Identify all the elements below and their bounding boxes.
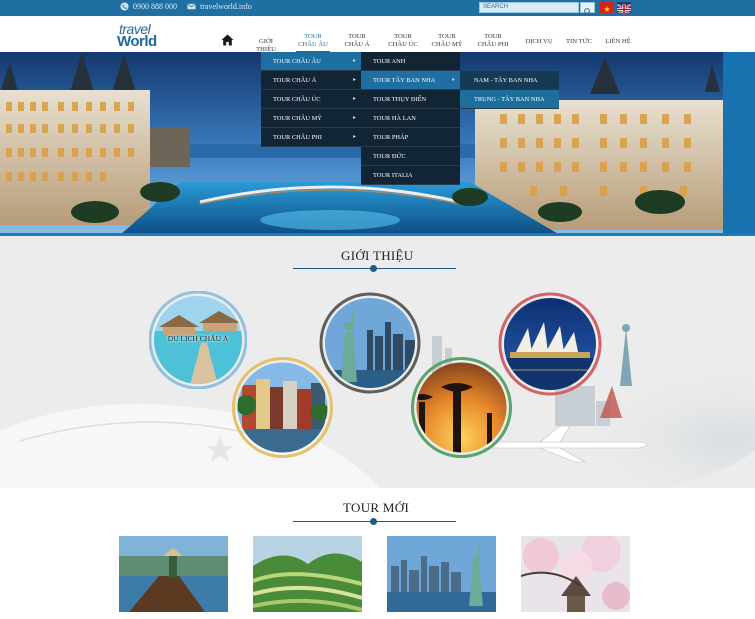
caret-right-icon: ▸ — [352, 58, 356, 64]
nav-item-tour-chau-my[interactable]: TOUR CHÂU MỸ — [429, 33, 465, 49]
dropdown-item-tour-chau-uc[interactable]: TOUR CHÂU ÚC ▸ — [261, 90, 361, 109]
tour-thumbnail-new-york[interactable] — [387, 536, 496, 612]
river-boat-image — [119, 536, 228, 612]
dropdown-item-label: TOUR CHÂU PHI — [273, 134, 322, 141]
caret-right-icon: ▸ — [352, 96, 356, 102]
dropdown-item-label: TOUR CHÂU ÂU — [273, 58, 321, 65]
tour-thumbnail-cherry-blossom[interactable] — [521, 536, 630, 612]
main-nav: GIỚI THIỆU TOUR CHÂU ÂU TOUR CHÂU Á TOUR… — [0, 16, 755, 53]
dropdown-item-label: TOUR THỤY ĐIỂN — [373, 96, 427, 103]
dropdown-item-tour-duc[interactable]: TOUR ĐỨC — [361, 147, 460, 166]
dropdown-item-tour-chau-my[interactable]: TOUR CHÂU MỸ ▸ — [261, 109, 361, 128]
dropdown-item-tour-chau-a[interactable]: TOUR CHÂU Á ▸ — [261, 71, 361, 90]
header: travel World GIỚI THIỆU TOUR CHÂU ÂU TOU… — [0, 16, 755, 53]
email-info: travelworld.info — [187, 2, 252, 11]
cherry-blossom-image — [521, 536, 630, 612]
english-flag-icon[interactable] — [617, 2, 631, 13]
caret-right-icon: ▸ — [352, 134, 356, 140]
mail-icon — [187, 3, 196, 10]
dropdown-item-trung-tay-ban-nha[interactable]: TRUNG - TÂY BAN NHA — [460, 90, 559, 109]
dropdown-item-label: TRUNG - TÂY BAN NHA — [474, 96, 545, 103]
nav-item-tour-chau-uc[interactable]: TOUR CHÂU ÚC — [386, 33, 420, 49]
nav-item-tour-chau-au[interactable]: TOUR CHÂU ÂU — [296, 33, 330, 49]
circle-caption: DU LỊCH CHÂU Á — [167, 334, 229, 343]
dropdown-item-label: TOUR ĐỨC — [373, 153, 406, 160]
caret-right-icon: ▸ — [352, 115, 356, 121]
new-tours-section: TOUR MỚI — [0, 488, 755, 619]
circle-europe[interactable] — [232, 357, 333, 458]
intro-title-dot — [370, 265, 377, 272]
intro-title: GIỚI THIỆU — [341, 248, 414, 263]
new-york-image — [319, 292, 421, 394]
europe-canal-image — [232, 357, 333, 458]
dropdown-item-tour-phap[interactable]: TOUR PHÁP — [361, 128, 460, 147]
nav-item-tour-chau-phi[interactable]: TOUR CHÂU PHI — [475, 33, 511, 49]
phone-number[interactable]: 0900 888 000 — [133, 2, 177, 11]
circle-africa[interactable] — [411, 357, 512, 458]
nav-item-tin-tuc[interactable]: TIN TỨC — [562, 38, 596, 46]
home-icon[interactable] — [221, 34, 234, 46]
dropdown-item-tour-italia[interactable]: TOUR ITALIA — [361, 166, 460, 185]
dropdown-tour-chau-au: TOUR CHÂU ÂU ▸ TOUR CHÂU Á ▸ TOUR CHÂU ÚC ▸… — [261, 52, 361, 147]
nav-item-tour-chau-a[interactable]: TOUR CHÂU Á — [340, 33, 374, 49]
dropdown-item-label: NAM - TÂY BAN NHA — [474, 77, 538, 84]
dropdown-item-label: TOUR ITALIA — [373, 172, 413, 179]
sydney-opera-house-image — [498, 292, 602, 396]
dropdown-item-tour-anh[interactable]: TOUR ANH — [361, 52, 460, 71]
dropdown-item-tour-tay-ban-nha[interactable]: TOUR TÂY BAN NHA ▸ — [361, 71, 460, 90]
caret-right-icon: ▸ — [352, 77, 356, 83]
dropdown-item-tour-chau-phi[interactable]: TOUR CHÂU PHI ▸ — [261, 128, 361, 147]
caret-right-icon: ▸ — [451, 77, 455, 83]
dropdown-tour-chau-au-countries: TOUR ANH TOUR TÂY BAN NHA ▸ TOUR THỤY ĐIỂ… — [361, 52, 460, 185]
tour-thumbnail-boat[interactable] — [119, 536, 228, 612]
nav-item-dich-vu[interactable]: DỊCH VỤ — [522, 38, 556, 46]
dropdown-item-label: TOUR CHÂU MỸ — [273, 115, 322, 122]
search-icon — [584, 8, 591, 15]
dropdown-item-tour-thuy-dien[interactable]: TOUR THỤY ĐIỂN — [361, 90, 460, 109]
dropdown-item-label: TOUR ANH — [373, 58, 406, 65]
email-address[interactable]: travelworld.info — [200, 2, 252, 11]
top-bar: 0900 888 000 travelworld.info SEARCH — [0, 0, 755, 16]
dropdown-tay-ban-nha-regions: NAM - TÂY BAN NHA TRUNG - TÂY BAN NHA — [460, 71, 559, 109]
dropdown-item-label: TOUR CHÂU Á — [273, 77, 317, 84]
intro-section: GIỚI THIỆU DU LỊCH CHÂU Á — [0, 236, 755, 488]
rice-terraces-image — [253, 536, 362, 612]
nav-item-lien-he[interactable]: LIÊN HỆ — [601, 38, 635, 46]
circle-america[interactable] — [319, 292, 421, 394]
tour-thumbnail-rice-terraces[interactable] — [253, 536, 362, 612]
dropdown-item-label: TOUR TÂY BAN NHA — [373, 77, 436, 84]
new-tours-dot — [370, 518, 377, 525]
search-button[interactable] — [580, 2, 595, 15]
dropdown-item-tour-ha-lan[interactable]: TOUR HÀ LAN — [361, 109, 460, 128]
vietnamese-flag-icon[interactable] — [600, 2, 614, 13]
new-york-skyline-image — [387, 536, 496, 612]
dropdown-item-label: TOUR PHÁP — [373, 134, 409, 141]
phone-info: 0900 888 000 — [120, 2, 177, 11]
dropdown-item-tour-chau-au[interactable]: TOUR CHÂU ÂU ▸ — [261, 52, 361, 71]
baobab-sunset-image — [411, 357, 512, 458]
dropdown-item-label: TOUR CHÂU ÚC — [273, 96, 321, 103]
new-tours-title: TOUR MỚI — [343, 500, 410, 515]
dropdown-item-label: TOUR HÀ LAN — [373, 115, 416, 122]
circle-australia[interactable] — [498, 292, 602, 396]
dropdown-item-nam-tay-ban-nha[interactable]: NAM - TÂY BAN NHA — [460, 71, 559, 90]
search-input[interactable]: SEARCH — [479, 2, 579, 13]
phone-icon — [120, 2, 129, 11]
